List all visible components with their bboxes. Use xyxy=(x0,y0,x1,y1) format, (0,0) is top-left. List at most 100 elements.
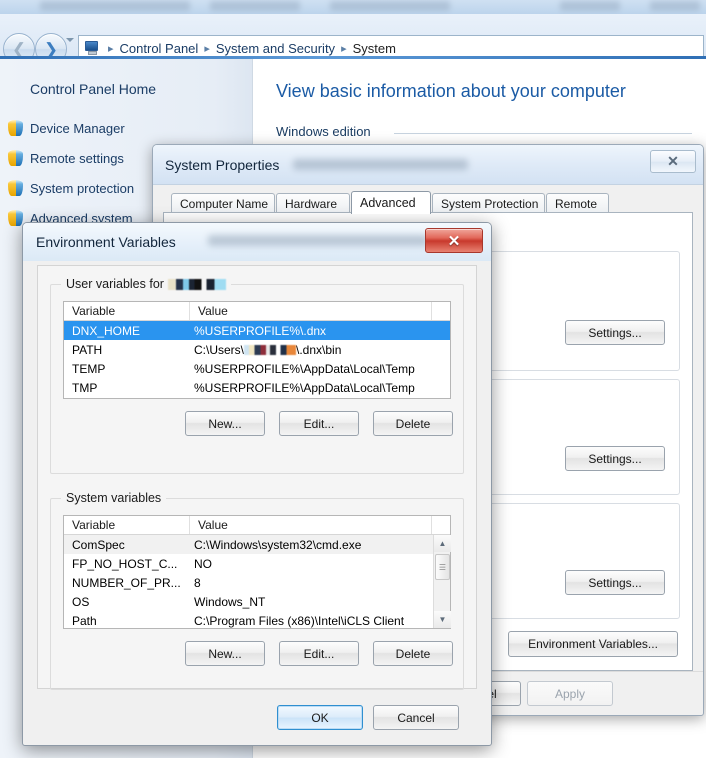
tab-computer-name[interactable]: Computer Name xyxy=(171,193,275,213)
system-variables-scrollbar[interactable]: ▲ ☰ ▼ xyxy=(433,535,451,628)
chevron-down-icon[interactable] xyxy=(66,38,74,42)
sidebar-item-label: Device Manager xyxy=(30,120,125,136)
table-row[interactable]: ComSpec C:\Windows\system32\cmd.exe xyxy=(64,535,433,554)
row-variable: TMP xyxy=(72,380,98,395)
tab-system-protection[interactable]: System Protection xyxy=(432,193,545,213)
user-new-button[interactable]: New... xyxy=(185,411,265,436)
sidebar-item-control-panel-home[interactable]: Control Panel Home xyxy=(30,81,156,97)
row-value: C:\Windows\system32\cmd.exe xyxy=(194,537,362,552)
column-header-spacer xyxy=(432,302,450,320)
system-variables-rows: ComSpec C:\Windows\system32\cmd.exe FP_N… xyxy=(64,535,433,628)
shield-icon xyxy=(8,180,23,196)
user-edit-button[interactable]: Edit... xyxy=(279,411,359,436)
user-variables-rows: DNX_HOME %USERPROFILE%\.dnx PATH C:\User… xyxy=(64,321,450,398)
column-header-variable[interactable]: Variable xyxy=(64,516,190,534)
address-bar: ❮ ❯ ▸ Control Panel ▸ System and Securit… xyxy=(0,14,706,65)
close-icon[interactable]: ✕ xyxy=(650,150,696,173)
row-variable: NUMBER_OF_PR... xyxy=(72,575,181,590)
table-row[interactable]: PATH C:\Users\ \.dnx\bin xyxy=(64,340,450,359)
sidebar-item-label: System protection xyxy=(30,180,135,196)
breadcrumb-separator: ▸ xyxy=(108,42,114,55)
blurred-background-text xyxy=(208,235,428,246)
system-variables-group-label: System variables xyxy=(61,491,167,505)
environment-variables-panel: User variables for Variable Value DNX_HO… xyxy=(37,265,477,690)
shield-icon xyxy=(8,150,23,166)
system-variables-groupbox: System variables Variable Value ComSpec … xyxy=(50,491,464,690)
sidebar-item-remote-settings[interactable]: Remote settings xyxy=(8,147,124,169)
section-heading-windows-edition: Windows edition xyxy=(276,124,371,139)
user-variables-groupbox: User variables for Variable Value DNX_HO… xyxy=(50,277,464,474)
tab-advanced[interactable]: Advanced xyxy=(351,191,431,214)
ok-button[interactable]: OK xyxy=(277,705,363,730)
tab-hardware[interactable]: Hardware xyxy=(276,193,350,213)
breadcrumb-item-system[interactable]: System xyxy=(350,41,399,56)
startup-recovery-settings-button[interactable]: Settings... xyxy=(565,570,665,595)
breadcrumb-item-control-panel[interactable]: Control Panel xyxy=(117,41,202,56)
screen: ❮ ❯ ▸ Control Panel ▸ System and Securit… xyxy=(0,0,706,758)
system-variables-table-header: Variable Value xyxy=(64,516,450,535)
system-new-button[interactable]: New... xyxy=(185,641,265,666)
table-row[interactable]: Path C:\Program Files (x86)\Intel\iCLS C… xyxy=(64,611,433,628)
breadcrumb-separator: ▸ xyxy=(341,42,347,55)
user-variables-buttons: New... Edit... Delete xyxy=(51,411,463,437)
environment-variables-titlebar: Environment Variables ✕ xyxy=(23,223,491,261)
user-delete-button[interactable]: Delete xyxy=(373,411,453,436)
system-properties-titlebar: System Properties ✕ xyxy=(153,145,703,185)
table-row[interactable]: NUMBER_OF_PR... 8 xyxy=(64,573,433,592)
column-header-value[interactable]: Value xyxy=(190,302,432,320)
table-row[interactable]: TMP %USERPROFILE%\AppData\Local\Temp xyxy=(64,378,450,397)
sidebar-item-device-manager[interactable]: Device Manager xyxy=(8,117,125,139)
table-row[interactable]: OS Windows_NT xyxy=(64,592,433,611)
scroll-thumb[interactable]: ☰ xyxy=(435,554,450,580)
system-properties-title: System Properties xyxy=(165,157,280,173)
row-variable: OS xyxy=(72,594,90,609)
desktop-top-strip xyxy=(0,0,706,14)
table-row[interactable]: DNX_HOME %USERPROFILE%\.dnx xyxy=(64,321,450,340)
computer-icon xyxy=(83,40,101,56)
username-redacted xyxy=(244,344,297,355)
system-variables-buttons: New... Edit... Delete xyxy=(51,641,463,667)
row-value: %USERPROFILE%\AppData\Local\Temp xyxy=(194,380,415,395)
section-divider xyxy=(394,133,692,134)
system-properties-tabs: Computer Name Hardware Advanced System P… xyxy=(163,191,693,214)
breadcrumb-separator: ▸ xyxy=(204,42,210,55)
system-delete-button[interactable]: Delete xyxy=(373,641,453,666)
row-value: C:\Program Files (x86)\Intel\iCLS Client xyxy=(194,613,405,628)
windows-edition-blurred-text xyxy=(293,159,468,170)
row-value: 8 xyxy=(194,575,201,590)
system-variables-table[interactable]: Variable Value ComSpec C:\Windows\system… xyxy=(63,515,451,629)
user-variables-table-header: Variable Value xyxy=(64,302,450,321)
sysprops-apply-button[interactable]: Apply xyxy=(527,681,613,706)
row-value: Windows_NT xyxy=(194,594,266,609)
user-profiles-settings-button[interactable]: Settings... xyxy=(565,446,665,471)
table-row[interactable]: FP_NO_HOST_C... NO xyxy=(64,554,433,573)
row-value: NO xyxy=(194,556,212,571)
row-value-prefix: C:\Users\ xyxy=(194,342,245,357)
close-icon[interactable]: ✕ xyxy=(425,228,483,253)
sidebar-item-system-protection[interactable]: System protection xyxy=(8,177,134,199)
tab-remote[interactable]: Remote xyxy=(546,193,609,213)
column-header-value[interactable]: Value xyxy=(190,516,432,534)
performance-settings-button[interactable]: Settings... xyxy=(565,320,665,345)
shield-icon xyxy=(8,120,23,136)
user-variables-table[interactable]: Variable Value DNX_HOME %USERPROFILE%\.d… xyxy=(63,301,451,399)
environment-variables-button[interactable]: Environment Variables... xyxy=(508,631,678,657)
scroll-up-icon[interactable]: ▲ xyxy=(434,535,451,552)
environment-variables-footer: OK Cancel xyxy=(23,689,491,745)
row-variable: DNX_HOME xyxy=(72,323,141,338)
row-variable: ComSpec xyxy=(72,537,125,552)
row-value: %USERPROFILE%\.dnx xyxy=(194,323,327,338)
user-variables-group-label: User variables for xyxy=(61,277,231,291)
table-row[interactable]: TEMP %USERPROFILE%\AppData\Local\Temp xyxy=(64,359,450,378)
scroll-down-icon[interactable]: ▼ xyxy=(434,611,451,628)
row-value: %USERPROFILE%\AppData\Local\Temp xyxy=(194,361,415,376)
system-edit-button[interactable]: Edit... xyxy=(279,641,359,666)
column-header-variable[interactable]: Variable xyxy=(64,302,190,320)
env-cancel-button[interactable]: Cancel xyxy=(373,705,459,730)
column-header-spacer xyxy=(432,516,450,534)
breadcrumb-item-system-and-security[interactable]: System and Security xyxy=(213,41,338,56)
shield-icon xyxy=(8,210,23,226)
row-variable: Path xyxy=(72,613,97,628)
page-title: View basic information about your comput… xyxy=(276,81,626,101)
row-variable: TEMP xyxy=(72,361,106,376)
